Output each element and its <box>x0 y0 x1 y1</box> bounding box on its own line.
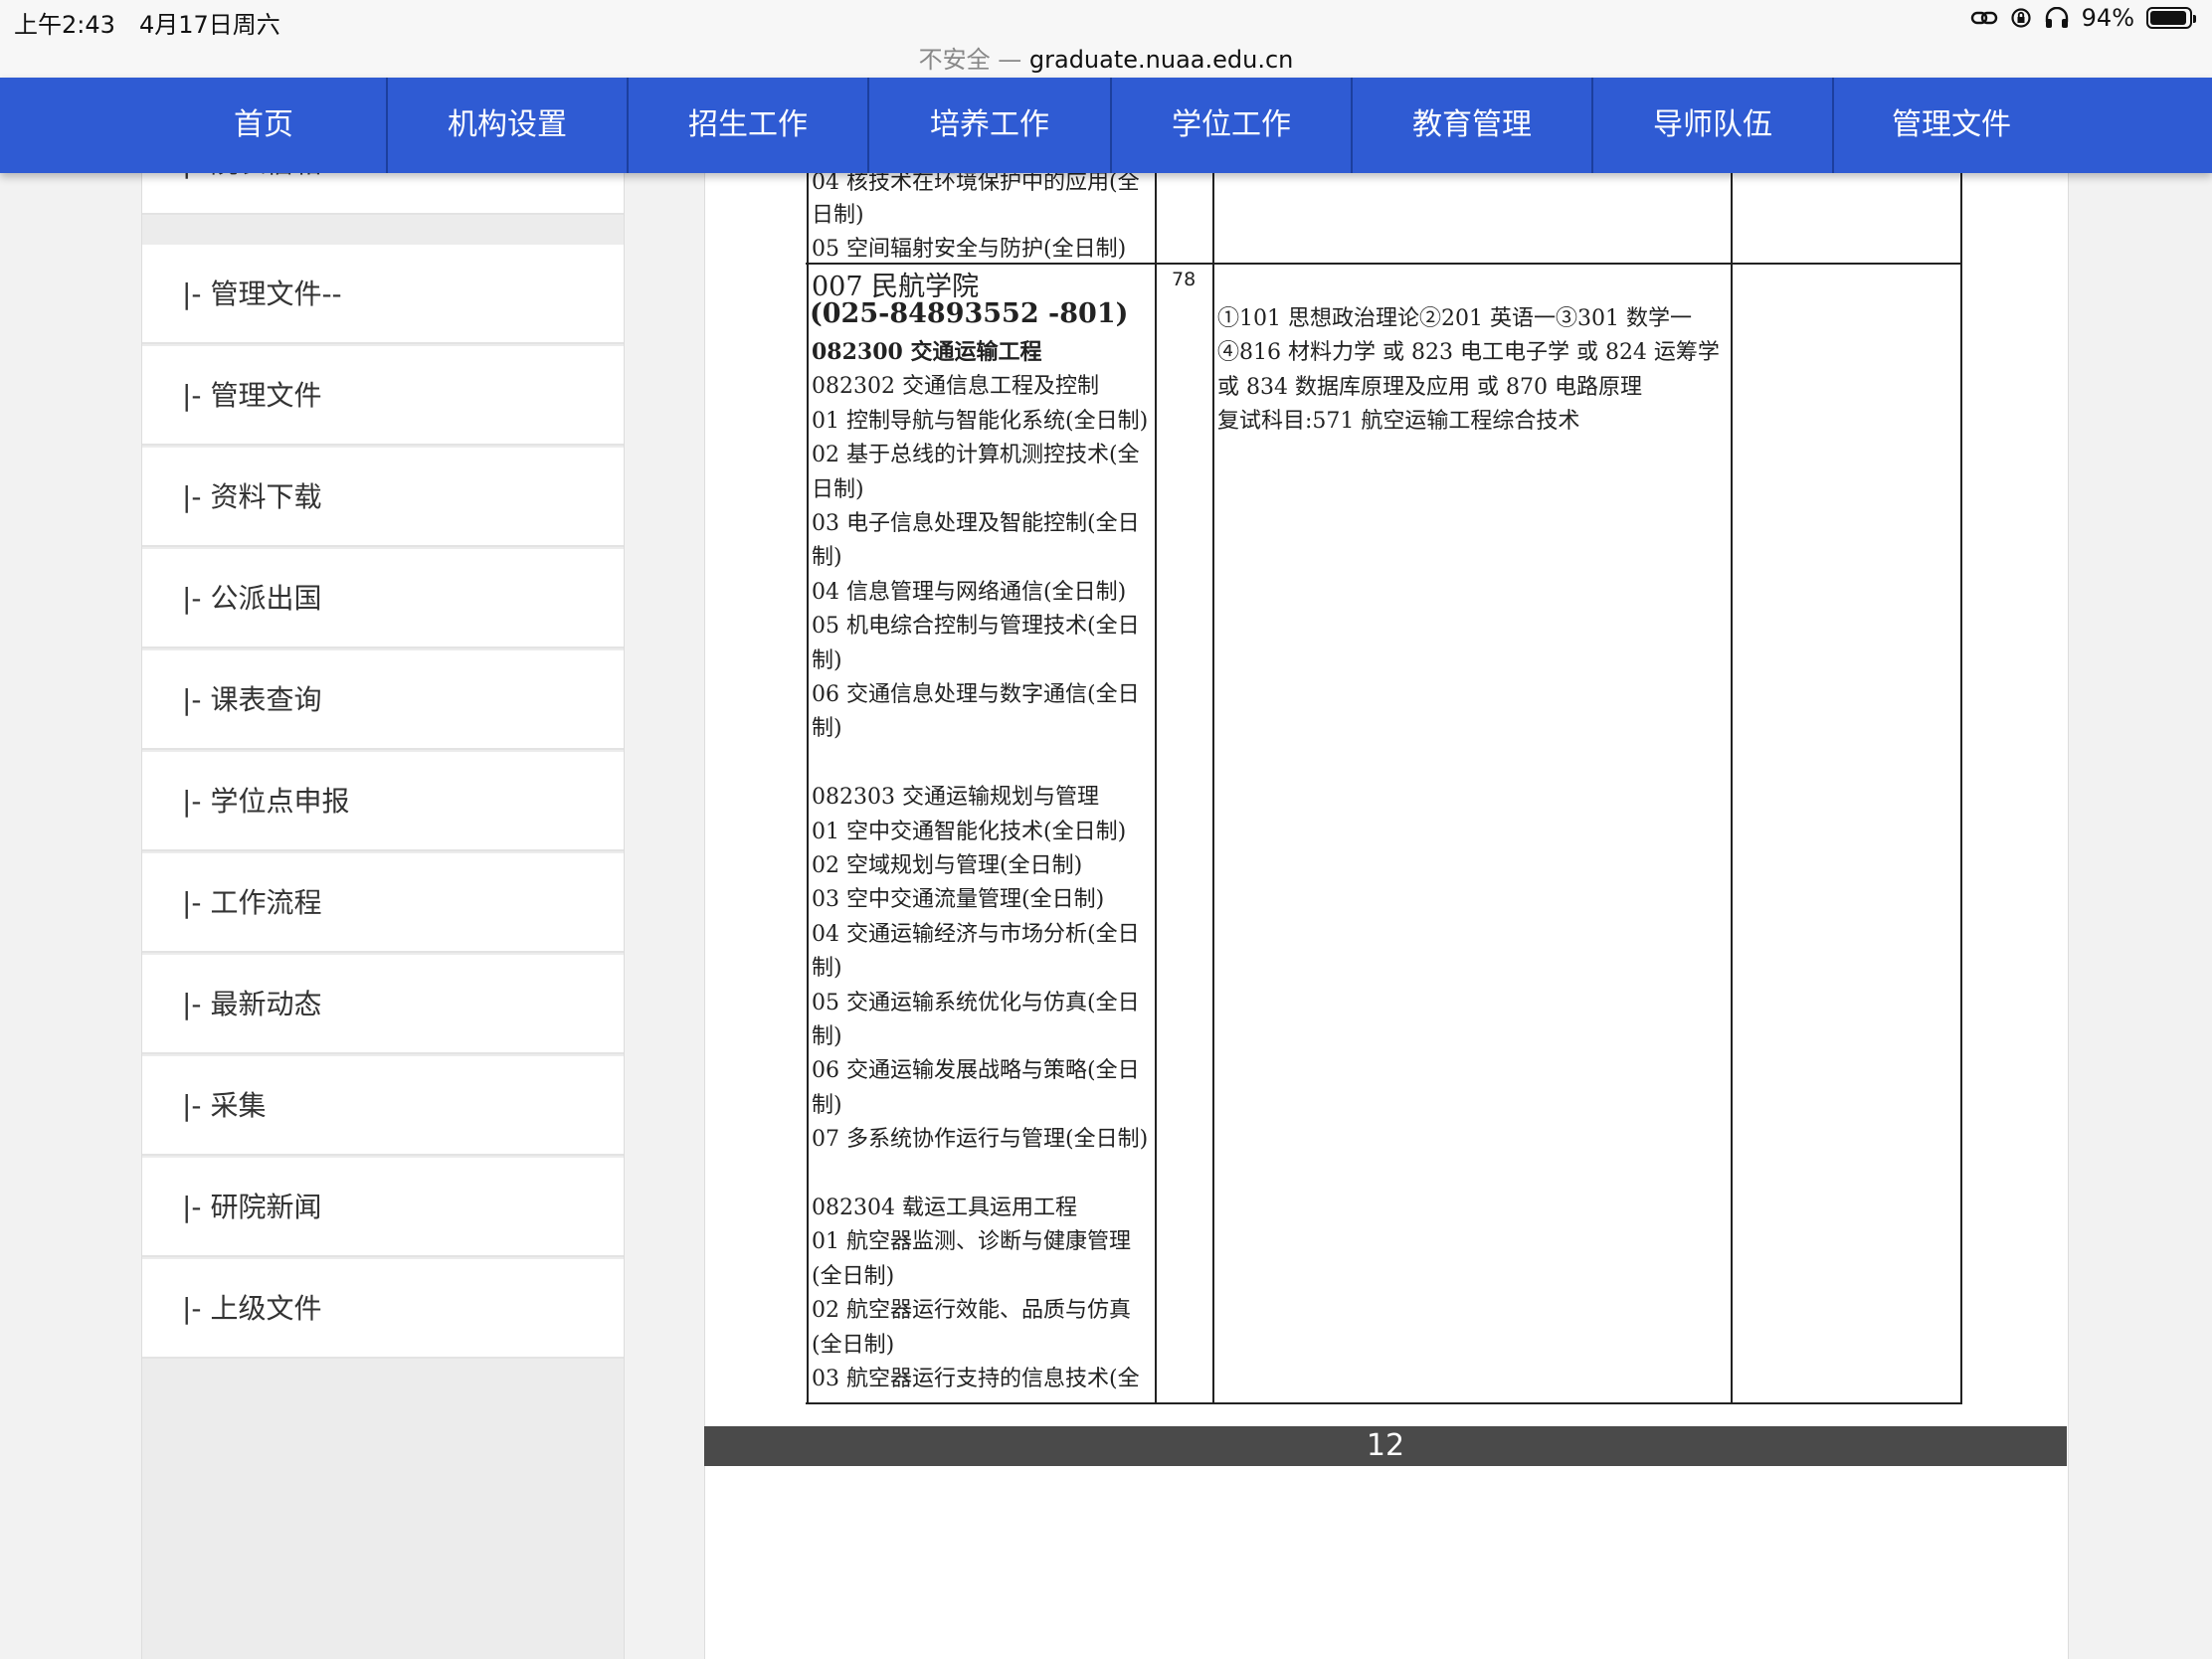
nav-item-training[interactable]: 培养工作 <box>867 78 1110 173</box>
nav-item-organization[interactable]: 机构设置 <box>386 78 627 173</box>
college-phone: (025-84893552 -801) <box>810 298 1129 329</box>
sidebar-item-degree-application[interactable]: |- 学位点申报 <box>142 752 624 851</box>
sidebar-item-label: |- 上级文件 <box>182 1292 322 1325</box>
program-line: 04 信息管理与网络通信(全日制) <box>812 579 1127 605</box>
nav-item-education[interactable]: 教育管理 <box>1351 78 1591 173</box>
sidebar-item-downloads[interactable]: |- 资料下载 <box>142 448 624 547</box>
exam-subject-line: 或 834 数据库原理及应用 或 870 电路原理 <box>1217 374 1642 400</box>
sidebar-item-documents[interactable]: |- 管理文件 <box>142 346 624 446</box>
program-line: 制) <box>812 716 842 742</box>
exam-subject-line: 复试科目:571 航空运输工程综合技术 <box>1217 409 1580 435</box>
page-number-bar: 12 <box>704 1426 2067 1466</box>
sidebar-item-documents-alt[interactable]: |- 管理文件-- <box>142 245 624 344</box>
url-bar[interactable]: 不安全 — graduate.nuaa.edu.cn <box>0 40 2212 78</box>
sidebar-item-label: |- 最新动态 <box>182 988 322 1020</box>
enrollment-quota: 78 <box>1172 269 1197 290</box>
status-time: 上午2:43 <box>14 11 115 39</box>
sidebar-item-label: |- 管理文件-- <box>182 277 342 310</box>
program-line: 02 基于总线的计算机测控技术(全 <box>812 443 1140 468</box>
insecure-label: 不安全 — <box>918 46 1022 74</box>
table-row-divider <box>806 263 1962 265</box>
program-line: 02 空域规划与管理(全日制) <box>812 853 1083 878</box>
battery-percent: 94% <box>2081 4 2134 32</box>
exam-subject-line: ④816 材料力学 或 823 电工电子学 或 824 运筹学 <box>1217 340 1720 366</box>
program-line: 082302 交通信息工程及控制 <box>812 374 1099 400</box>
sidebar-item-label: |- 研院新闻 <box>182 1191 322 1223</box>
table-column-divider <box>1212 173 1214 1404</box>
program-line: 02 航空器运行效能、品质与仿真 <box>812 1298 1131 1324</box>
sidebar-item-label: |- 资料下载 <box>182 480 322 513</box>
battery-icon <box>2146 7 2196 29</box>
table-column-divider <box>1155 173 1157 1404</box>
program-line: (全日制) <box>812 1332 895 1358</box>
status-icons: 94% <box>1970 4 2196 32</box>
sidebar-item-workflow[interactable]: |- 工作流程 <box>142 853 624 953</box>
sidebar-item-graduate-news[interactable]: |- 研院新闻 <box>142 1158 624 1257</box>
nav-item-supervisors[interactable]: 导师队伍 <box>1591 78 1832 173</box>
sidebar-item-label: |- 管理文件 <box>182 379 322 412</box>
nav-item-degree[interactable]: 学位工作 <box>1110 78 1351 173</box>
program-line: 制) <box>812 1024 842 1049</box>
program-line: 日制) <box>812 476 864 502</box>
table-border-left <box>807 173 809 1404</box>
sidebar-item-label: |- 工作流程 <box>182 886 322 919</box>
program-line: 082303 交通运输规划与管理 <box>812 785 1099 811</box>
program-line: 制) <box>812 1092 842 1118</box>
program-line: 04 交通运输经济与市场分析(全日 <box>812 921 1140 947</box>
program-line: 01 控制导航与智能化系统(全日制) <box>812 408 1149 434</box>
program-line: 制) <box>812 956 842 982</box>
table-border-bottom <box>806 1402 1962 1404</box>
headphones-icon <box>2045 7 2068 28</box>
sidebar-item-collection[interactable]: |- 采集 <box>142 1056 624 1156</box>
program-line: 07 多系统协作运行与管理(全日制) <box>812 1127 1149 1153</box>
program-line: 01 空中交通智能化技术(全日制) <box>812 819 1127 844</box>
status-date: 4月17日周六 <box>139 11 280 39</box>
page-number: 12 <box>1366 1428 1405 1463</box>
program-line: 日制) <box>812 203 864 228</box>
rotation-lock-icon <box>2011 8 2031 28</box>
sidebar-item-study-abroad[interactable]: |- 公派出国 <box>142 549 624 648</box>
document-page: 04 核技术在环境保护中的应用(全 日制) 05 空间辐射安全与防护(全日制) … <box>806 170 1963 1404</box>
link-icon <box>1970 11 1997 25</box>
nav-item-admissions[interactable]: 招生工作 <box>627 78 867 173</box>
program-line: 06 交通信息处理与数字通信(全日 <box>812 682 1140 707</box>
table-border-right <box>1960 173 1962 1404</box>
sidebar-item-latest-news[interactable]: |- 最新动态 <box>142 955 624 1054</box>
program-line: 05 空间辐射安全与防护(全日制) <box>812 237 1127 262</box>
sidebar-item-label: |- 采集 <box>182 1089 267 1122</box>
sidebar-item-superior-documents[interactable]: |- 上级文件 <box>142 1259 624 1359</box>
program-line: 05 交通运输系统优化与仿真(全日 <box>812 990 1140 1015</box>
exam-subject-line: ①101 思想政治理论②201 英语一③301 数学一 <box>1217 306 1692 331</box>
program-line: 制) <box>812 545 842 571</box>
sidebar-item-timetable[interactable]: |- 课表查询 <box>142 650 624 750</box>
sidebar: |- 院长信箱 |- 管理文件-- |- 管理文件 |- 资料下载 |- 公派出… <box>141 143 625 1659</box>
main-nav: 首页 机构设置 招生工作 培养工作 学位工作 教育管理 导师队伍 管理文件 <box>0 78 2212 173</box>
sidebar-item-label: |- 学位点申报 <box>182 785 350 818</box>
program-line: 06 交通运输发展战略与策略(全日 <box>812 1058 1140 1084</box>
nav-item-home[interactable]: 首页 <box>141 78 386 173</box>
program-line: 制) <box>812 647 842 673</box>
program-line: 03 航空器运行支持的信息技术(全 <box>812 1367 1140 1391</box>
program-line: 01 航空器监测、诊断与健康管理 <box>812 1229 1131 1255</box>
program-line: 082304 载运工具运用工程 <box>812 1196 1077 1220</box>
sidebar-item-label: |- 课表查询 <box>182 683 322 716</box>
status-bar: 上午2:43 4月17日周六 94% <box>0 0 2212 40</box>
program-line: 05 机电综合控制与管理技术(全日 <box>812 614 1140 640</box>
url-host: graduate.nuaa.edu.cn <box>1028 46 1294 74</box>
program-line: (全日制) <box>812 1263 895 1289</box>
nav-item-documents[interactable]: 管理文件 <box>1832 78 2069 173</box>
program-line: 03 空中交通流量管理(全日制) <box>812 887 1105 913</box>
sidebar-item-label: |- 公派出国 <box>182 582 322 615</box>
program-line: 082300 交通运输工程 <box>812 339 1042 365</box>
program-line: 03 电子信息处理及智能控制(全日 <box>812 511 1140 536</box>
table-column-divider <box>1731 173 1733 1404</box>
